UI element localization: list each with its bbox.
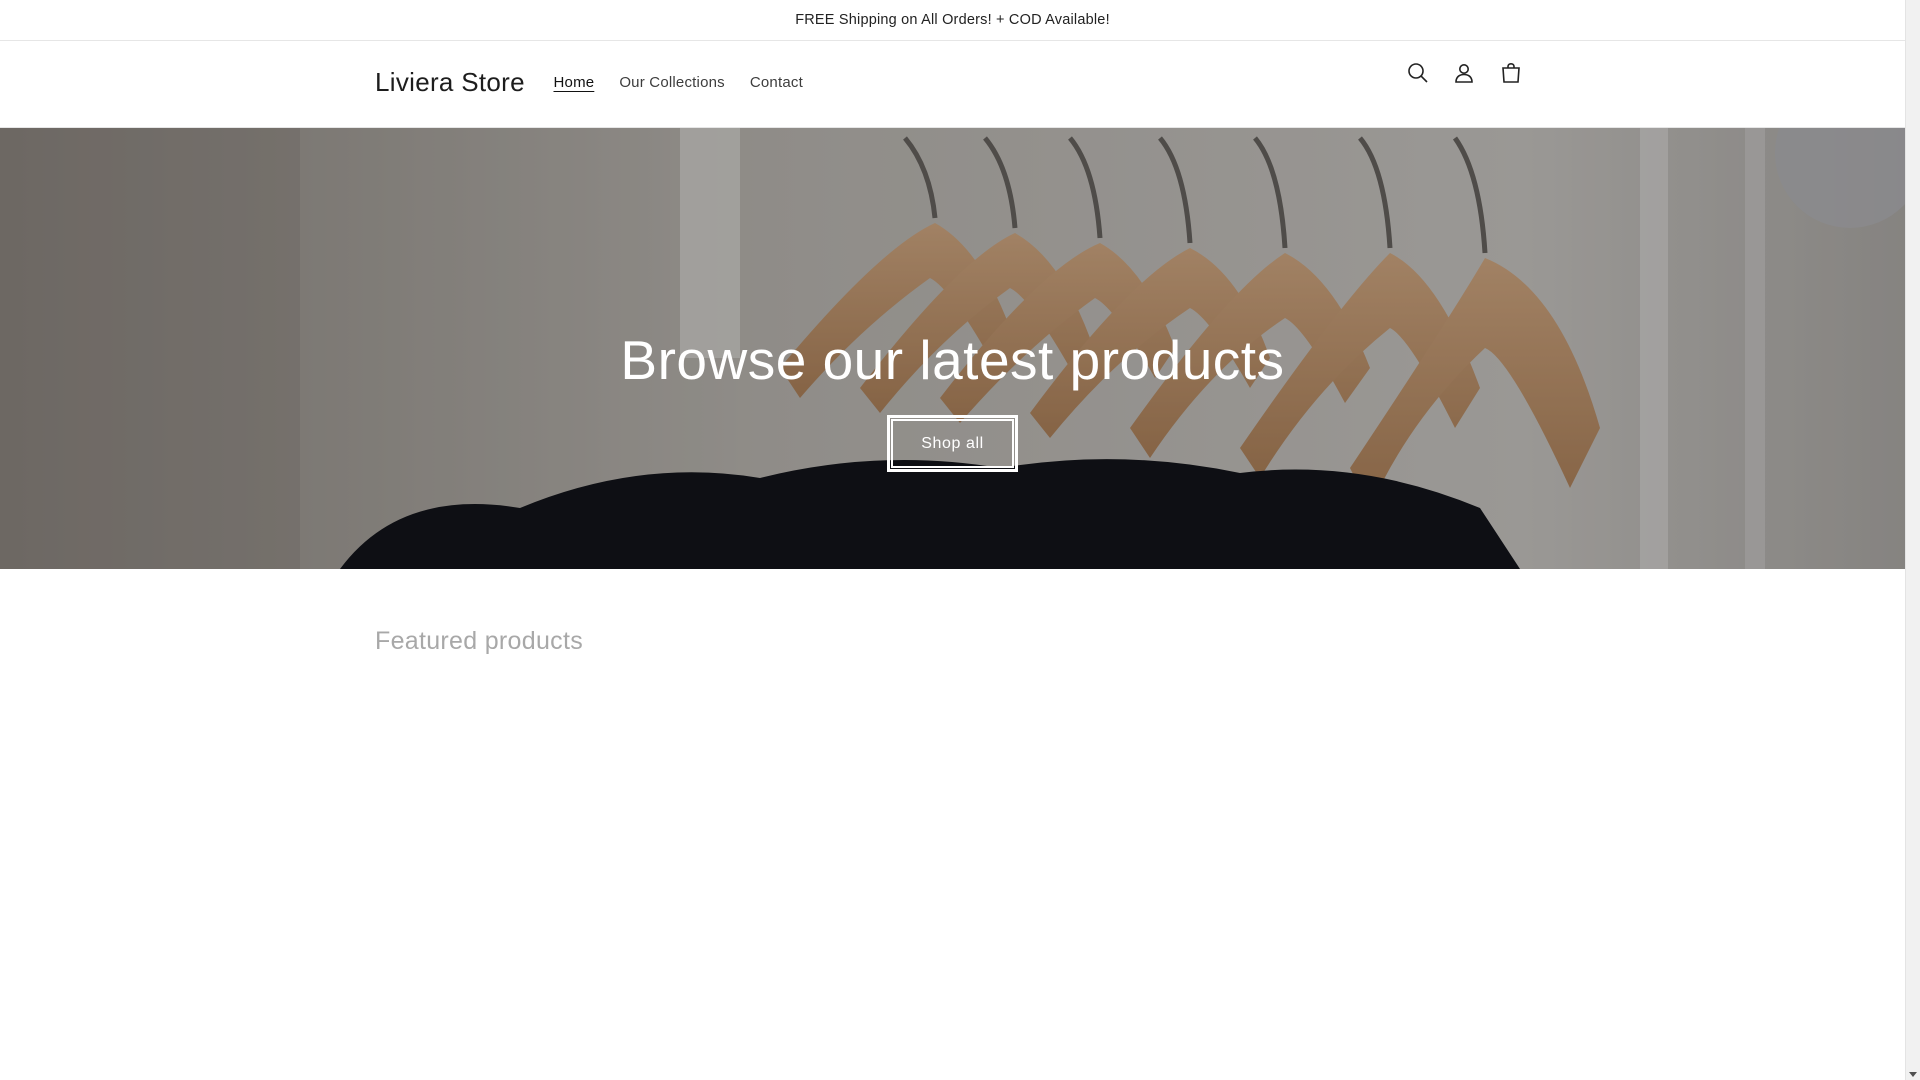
nav-link-our-collections[interactable]: Our Collections bbox=[607, 73, 738, 93]
shop-all-button[interactable]: Shop all bbox=[887, 415, 1018, 472]
vertical-scrollbar[interactable] bbox=[1905, 0, 1920, 1080]
nav-link-home[interactable]: Home bbox=[541, 73, 607, 93]
search-icon bbox=[1408, 63, 1428, 83]
announcement-text: FREE Shipping on All Orders! + COD Avail… bbox=[795, 12, 1110, 28]
scroll-down-arrow-icon[interactable] bbox=[1909, 1072, 1917, 1077]
cart-icon bbox=[1502, 62, 1520, 83]
site-header: Liviera Store Home Our Collections Conta… bbox=[0, 41, 1905, 128]
page: FREE Shipping on All Orders! + COD Avail… bbox=[0, 0, 1905, 1080]
store-logo[interactable]: Liviera Store bbox=[375, 67, 525, 98]
main-nav: Home Our Collections Contact bbox=[541, 73, 815, 93]
nav-link-contact[interactable]: Contact bbox=[737, 73, 815, 93]
featured-products-section: Featured products bbox=[0, 569, 1905, 1080]
account-button[interactable] bbox=[1442, 51, 1486, 95]
announcement-bar: FREE Shipping on All Orders! + COD Avail… bbox=[0, 0, 1905, 41]
hero-title: Browse our latest products bbox=[620, 329, 1285, 391]
featured-products-heading: Featured products bbox=[375, 627, 583, 655]
account-icon bbox=[1455, 64, 1473, 83]
cart-button[interactable] bbox=[1489, 51, 1533, 95]
search-button[interactable] bbox=[1396, 51, 1440, 95]
hero-banner: Browse our latest products Shop all bbox=[0, 128, 1905, 569]
hero-content: Browse our latest products Shop all bbox=[0, 327, 1905, 472]
